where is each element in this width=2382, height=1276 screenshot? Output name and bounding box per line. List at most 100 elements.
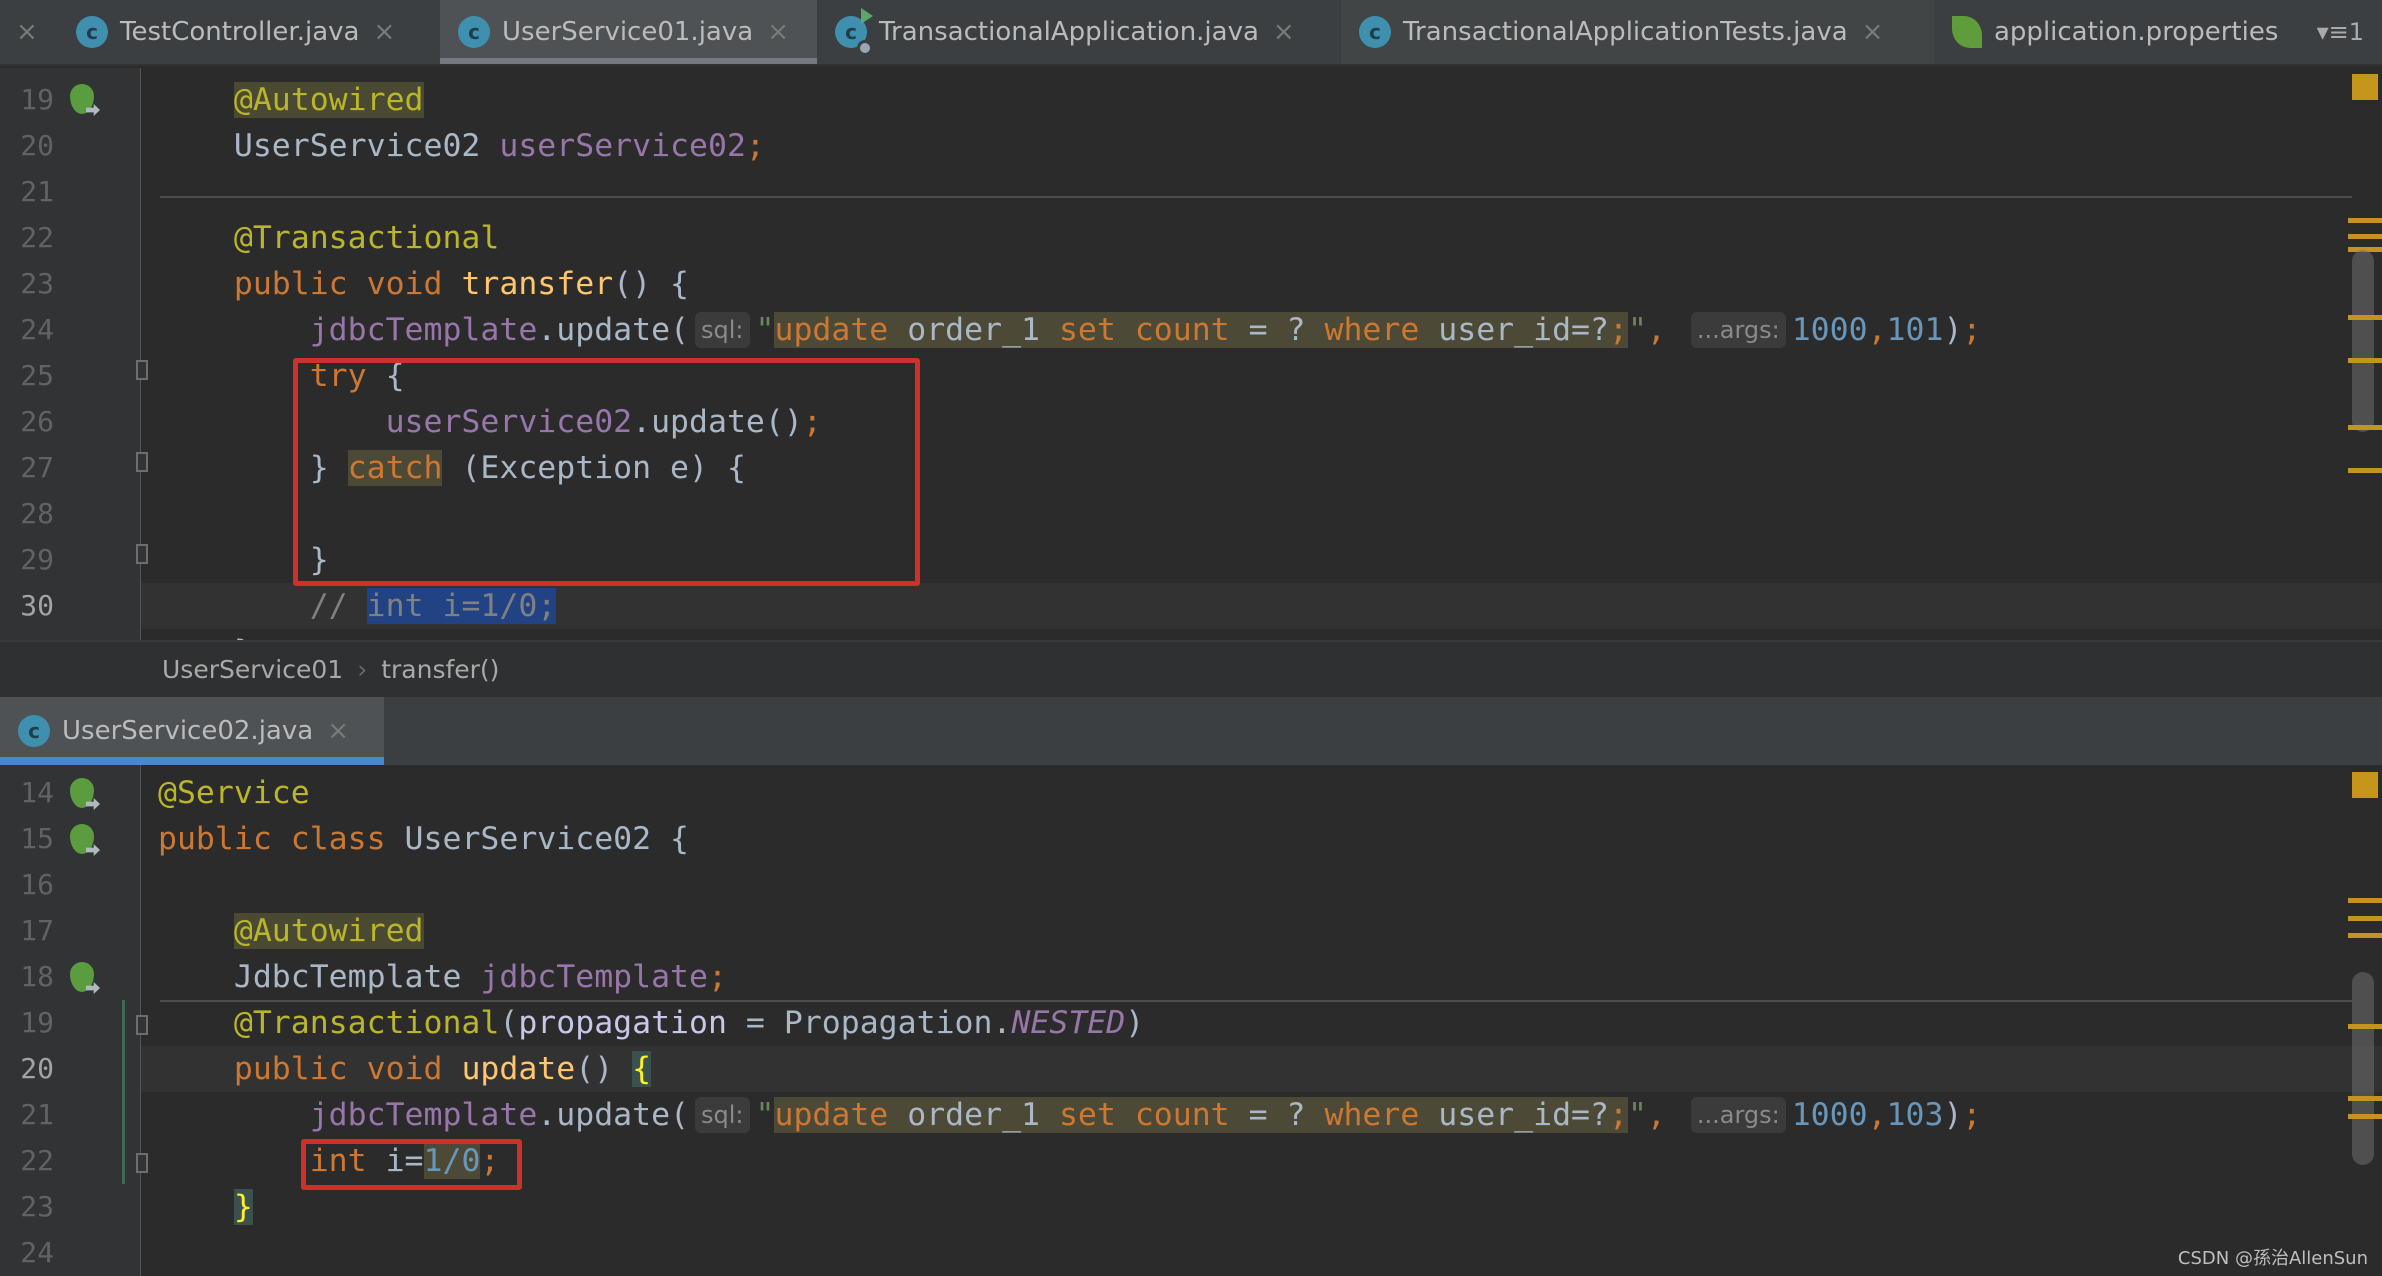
stripe-mark[interactable] (2348, 358, 2382, 363)
inspection-status-icon[interactable] (2352, 74, 2378, 100)
code-text[interactable]: @Transactional(propagation = Propagation… (158, 1000, 1144, 1046)
stripe-mark[interactable] (2348, 1024, 2382, 1029)
code-token: public void (158, 1051, 462, 1087)
code-token: update (774, 1097, 889, 1133)
stripe-mark[interactable] (2348, 425, 2382, 430)
scrollbar-thumb[interactable] (2352, 250, 2374, 432)
stripe-mark[interactable] (2348, 218, 2382, 223)
code-token: , (1867, 1097, 1887, 1133)
spring-bean-autowired-icon[interactable] (70, 962, 94, 992)
stripe-mark[interactable] (2348, 234, 2382, 239)
fold-marker-icon[interactable] (136, 452, 148, 472)
close-icon[interactable]: × (16, 17, 38, 47)
spring-bean-autowired-icon[interactable] (70, 84, 94, 114)
code-text[interactable]: UserService02 userService02; (158, 123, 765, 169)
close-icon[interactable]: × (1273, 17, 1295, 47)
inspection-status-icon[interactable] (2352, 772, 2378, 798)
fold-marker-icon[interactable] (136, 544, 148, 564)
code-line[interactable]: 14 @Service (0, 770, 2340, 816)
stripe-mark[interactable] (2348, 898, 2382, 903)
code-line[interactable]: 23 } (0, 1184, 2340, 1230)
close-icon[interactable]: × (373, 17, 395, 47)
code-text[interactable]: @Service (158, 770, 310, 816)
stripe-mark[interactable] (2348, 1114, 2382, 1119)
code-token: 103 (1886, 1097, 1944, 1133)
tab-user-service-01[interactable]: c UserService01.java × (440, 0, 817, 64)
line-number: 21 (20, 1098, 54, 1131)
class-icon: c (458, 16, 490, 48)
spring-bean-class-icon[interactable] (70, 824, 94, 854)
code-token: UserService02 (158, 128, 500, 164)
code-line[interactable]: 30 // int i=1/0; (20, 583, 2382, 629)
code-text[interactable]: // int i=1/0; (158, 583, 557, 629)
code-line[interactable]: 22 @Transactional (0, 215, 2340, 261)
code-line[interactable]: 19 @Autowired (0, 77, 2340, 123)
breadcrumb-item-class[interactable]: UserService01 (162, 655, 343, 684)
code-line[interactable]: 20 public void update() { (20, 1046, 2382, 1092)
code-line[interactable]: 31 } (0, 629, 2340, 640)
fold-marker-icon[interactable] (136, 1015, 148, 1035)
tab-transactional-application-tests[interactable]: c TransactionalApplicationTests.java × (1341, 0, 1934, 64)
breadcrumb-item-method[interactable]: transfer() (381, 655, 499, 684)
tab-application-properties[interactable]: application.properties (1934, 0, 2300, 64)
stripe-mark[interactable] (2348, 916, 2382, 921)
code-line[interactable]: 24 jdbcTemplate.update(sql: "update order… (0, 307, 2340, 353)
code-text[interactable]: jdbcTemplate.update(sql: "update order_1 … (158, 1092, 1981, 1138)
code-text[interactable]: @Autowired (158, 77, 424, 123)
code-text[interactable]: public class UserService02 { (158, 816, 689, 862)
fold-marker-icon[interactable] (136, 1153, 148, 1173)
breadcrumb-separator: › (357, 655, 368, 684)
code-line[interactable]: 17 @Autowired (0, 908, 2340, 954)
code-text[interactable]: @Transactional (158, 215, 500, 261)
code-text[interactable]: jdbcTemplate.update(sql: "update order_1 … (158, 307, 1981, 353)
code-line[interactable]: 16 (0, 862, 2340, 908)
scrollbar-thumb[interactable] (2352, 972, 2374, 1165)
code-token: where (1324, 312, 1420, 348)
parameter-hint: ...args: (1690, 1097, 1786, 1133)
code-token: , (1646, 1097, 1685, 1133)
stripe-mark[interactable] (2348, 1096, 2382, 1101)
bottom-editor[interactable]: 24 23 } 22 int i=1/0; 21 jdbcTemplate.updat… (0, 765, 2382, 1276)
fold-marker-icon[interactable] (136, 360, 148, 380)
breadcrumb: UserService01 › transfer() (0, 640, 2382, 697)
code-text[interactable]: } (158, 1184, 253, 1230)
spring-bean-icon[interactable] (70, 778, 94, 808)
code-text[interactable]: @Autowired (158, 908, 424, 954)
stripe-mark[interactable] (2348, 315, 2382, 320)
tab-label: UserService01.java (502, 17, 754, 47)
error-stripe[interactable] (2348, 68, 2382, 640)
code-token: jdbcTemplate (480, 959, 708, 995)
code-text[interactable]: public void transfer() { (158, 261, 689, 307)
code-line[interactable]: 24 (0, 1230, 2340, 1276)
code-token: " (755, 312, 775, 348)
line-number: 22 (20, 221, 54, 254)
stripe-mark[interactable] (2348, 468, 2382, 473)
vcs-change-marker[interactable] (122, 1000, 125, 1184)
code-line[interactable]: 15 public class UserService02 { (0, 816, 2340, 862)
error-stripe[interactable] (2348, 765, 2382, 1276)
code-text[interactable]: } (158, 629, 253, 640)
code-text[interactable]: public void update() { (158, 1046, 652, 1092)
class-icon: c (18, 715, 50, 747)
code-text[interactable]: JdbcTemplate jdbcTemplate; (158, 954, 727, 1000)
tab-test-controller[interactable]: c TestController.java × (58, 0, 440, 64)
code-line[interactable]: 21 (0, 169, 2340, 215)
code-line[interactable]: 19 @Transactional(propagation = Propagat… (0, 1000, 2340, 1046)
code-token: public void (158, 266, 462, 302)
stripe-mark[interactable] (2348, 933, 2382, 938)
tab-user-service-02[interactable]: c UserService02.java × (0, 697, 384, 765)
close-icon[interactable]: × (767, 17, 789, 47)
tab-label: TransactionalApplication.java (879, 17, 1259, 47)
tab-list-menu-icon[interactable]: ▾≡1 (2317, 18, 2364, 46)
code-line[interactable]: 20 UserService02 userService02; (0, 123, 2340, 169)
code-token: @Autowired (233, 913, 424, 949)
code-line[interactable]: 23 public void transfer() { (0, 261, 2340, 307)
close-tab-button[interactable]: × (0, 0, 58, 64)
tab-transactional-application[interactable]: c TransactionalApplication.java × (817, 0, 1341, 64)
code-line[interactable]: 21 jdbcTemplate.update(sql: "update order… (0, 1092, 2340, 1138)
tab-label: TestController.java (120, 17, 360, 47)
code-line[interactable]: 18 JdbcTemplate jdbcTemplate; (0, 954, 2340, 1000)
close-icon[interactable]: × (1862, 17, 1884, 47)
close-icon[interactable]: × (327, 716, 349, 746)
